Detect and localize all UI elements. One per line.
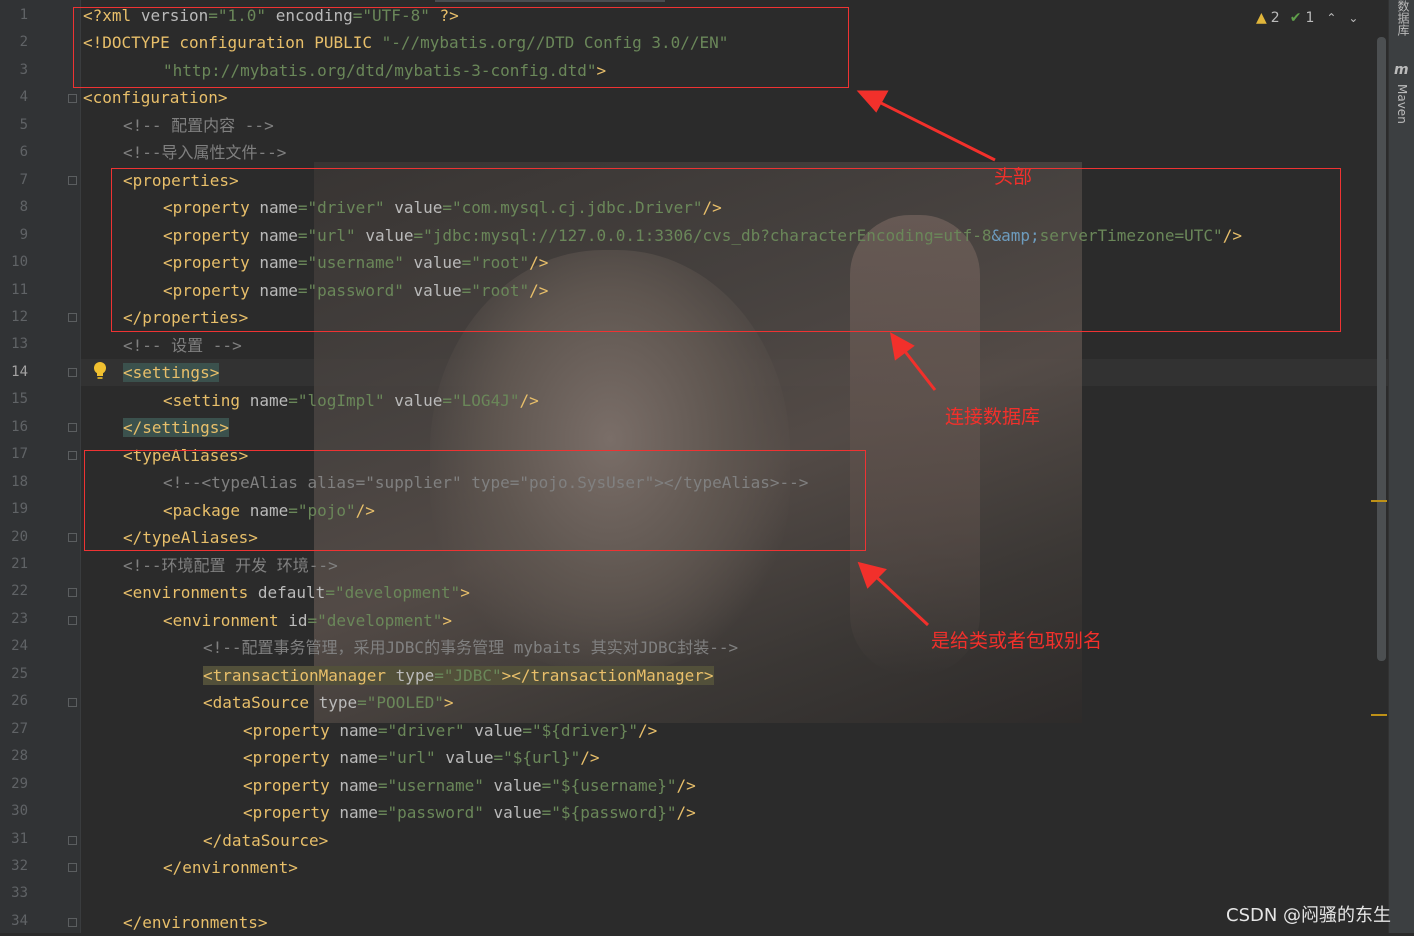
scroll-marker[interactable] [1371,714,1387,716]
maven-tool-tab[interactable]: Maven [1395,84,1409,124]
vertical-scrollbar[interactable] [1377,37,1386,661]
scroll-marker[interactable] [1371,500,1387,502]
database-tool-tab[interactable]: 数据库 [1395,0,1412,36]
inspection-widget[interactable]: ▲ 2 ✔ 1 ⌃ ⌄ [1256,6,1358,30]
right-tool-strip [1388,0,1414,933]
chevron-up-icon[interactable]: ⌃ [1326,11,1336,25]
annotation-arrows [856,90,996,627]
warning-count: 2 [1270,10,1280,26]
db-connection-annotation: 连接数据库 [945,406,1041,428]
alias-annotation: 是给类或者包取别名 [931,630,1103,652]
arrow-to-header [874,98,996,162]
arrow-head [856,90,889,113]
ok-count: 1 [1305,10,1315,26]
header-annotation: 头部 [994,166,1033,188]
watermark: CSDN @闷骚的东生 [1226,905,1392,926]
check-icon: ✔ [1289,10,1302,26]
arrow-to-alias-box [870,571,930,627]
warning-icon: ▲ [1256,10,1267,26]
maven-icon[interactable]: m [1394,62,1409,78]
chevron-down-icon[interactable]: ⌄ [1348,11,1358,25]
